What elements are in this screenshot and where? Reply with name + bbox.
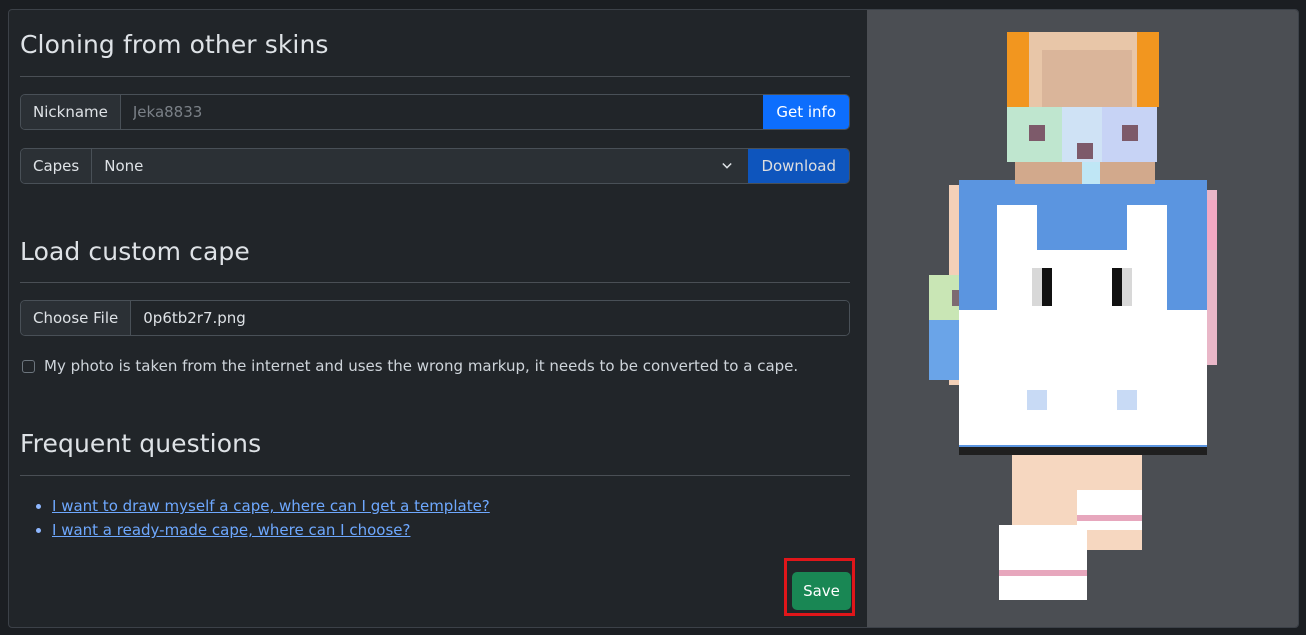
divider xyxy=(20,475,850,476)
cape-editor-panel: Cloning from other skins Nickname Get in… xyxy=(8,9,1299,628)
save-button[interactable]: Save xyxy=(792,572,851,610)
list-item: I want to draw myself a cape, where can … xyxy=(52,494,490,518)
nickname-input[interactable] xyxy=(120,95,764,129)
choose-file-button[interactable]: Choose File xyxy=(21,301,132,335)
nickname-input-group: Nickname Get info xyxy=(20,94,850,130)
convert-checkbox-label: My photo is taken from the internet and … xyxy=(44,357,799,375)
capes-input-group: Capes None Download xyxy=(20,148,850,184)
nickname-label: Nickname xyxy=(21,95,121,129)
section-title-faq: Frequent questions xyxy=(20,429,262,458)
convert-checkbox-row[interactable]: My photo is taken from the internet and … xyxy=(22,357,798,375)
faq-link-ready-made[interactable]: I want a ready-made cape, where can I ch… xyxy=(52,521,410,539)
faq-list: I want to draw myself a cape, where can … xyxy=(33,494,490,542)
file-name: 0p6tb2r7.png xyxy=(131,301,849,335)
get-info-button[interactable]: Get info xyxy=(763,95,849,129)
capes-selected-value: None xyxy=(104,157,144,175)
faq-link-template[interactable]: I want to draw myself a cape, where can … xyxy=(52,497,490,515)
skin-preview-image xyxy=(929,32,1217,600)
download-button[interactable]: Download xyxy=(748,149,849,183)
section-title-cloning: Cloning from other skins xyxy=(20,30,329,59)
capes-select[interactable]: None xyxy=(92,149,749,183)
file-input-group[interactable]: Choose File 0p6tb2r7.png xyxy=(20,300,850,336)
chevron-down-icon xyxy=(722,161,733,171)
skin-preview[interactable] xyxy=(867,10,1298,627)
form-column: Cloning from other skins Nickname Get in… xyxy=(9,10,865,627)
capes-label: Capes xyxy=(21,149,93,183)
save-highlight: Save xyxy=(784,558,855,616)
divider xyxy=(20,76,850,77)
divider xyxy=(20,282,850,283)
list-item: I want a ready-made cape, where can I ch… xyxy=(52,518,490,542)
convert-checkbox[interactable] xyxy=(22,359,35,373)
section-title-custom-cape: Load custom cape xyxy=(20,237,250,266)
